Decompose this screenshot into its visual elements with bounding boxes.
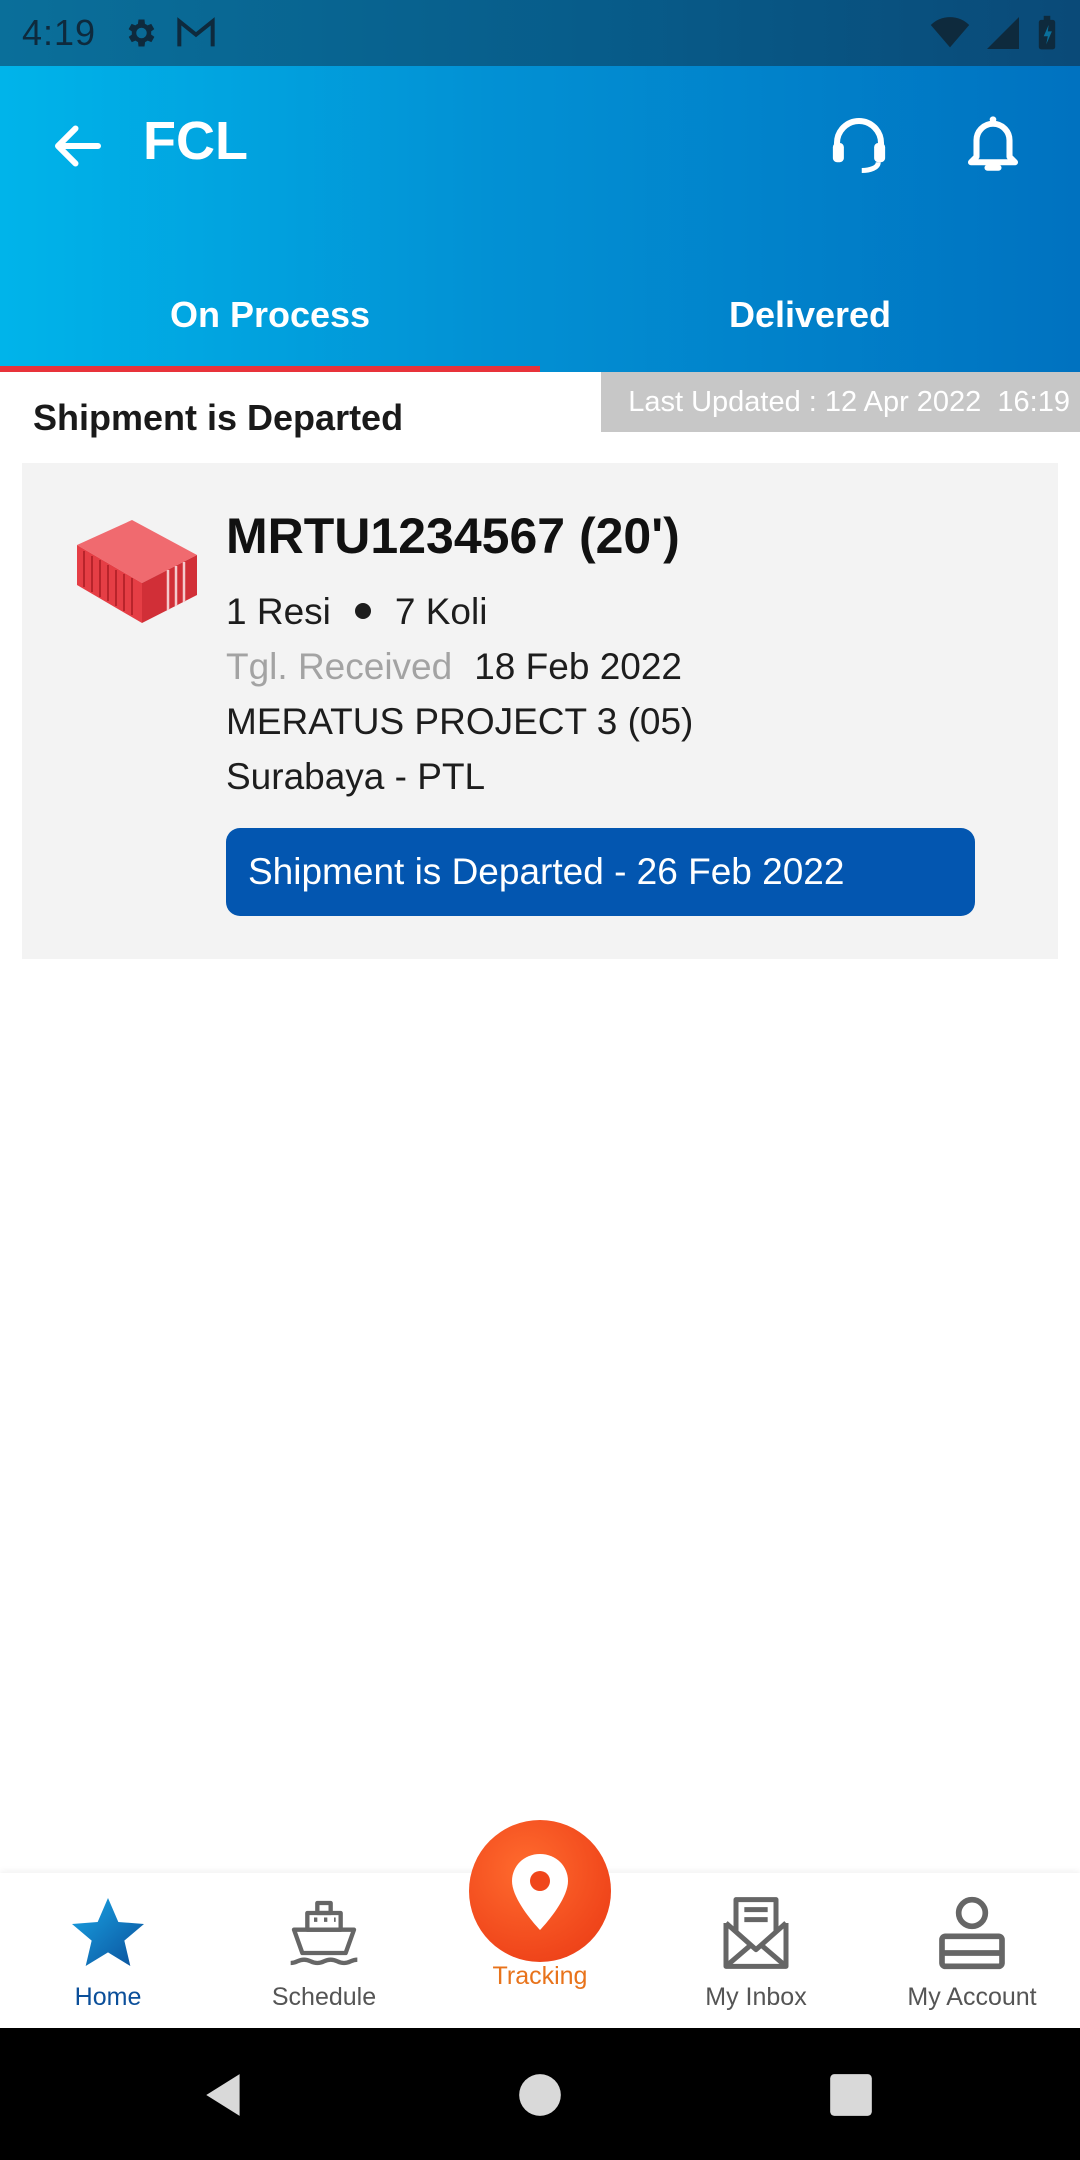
settings-icon [128, 19, 155, 47]
status-text: Shipment is Departed - 26 Feb 2022 [248, 851, 845, 892]
koli-count: 7 Koli [394, 591, 488, 632]
route: Surabaya - PTL [226, 756, 486, 797]
resi-count: 1 Resi [226, 591, 331, 632]
back-arrow-icon[interactable] [48, 116, 108, 176]
nav-account[interactable]: My Account [864, 1873, 1080, 2028]
ship-icon [290, 1900, 358, 1966]
received-date: 18 Feb 2022 [474, 646, 683, 687]
resi-koli-line: 1 Resi 7 Koli [226, 591, 487, 633]
gmail-icon [177, 17, 215, 47]
tab-label: On Process [169, 294, 371, 335]
page-title: FCL [143, 111, 248, 171]
container-icon [77, 520, 197, 623]
status-bar: 4:19 [0, 0, 1080, 66]
headset-icon[interactable] [826, 110, 892, 176]
status-time: 4:19 [22, 12, 97, 53]
location-pin-icon [512, 1854, 568, 1930]
tab-on-process[interactable]: On Process [0, 266, 540, 372]
nav-label: My Inbox [705, 1983, 807, 2011]
status-badge[interactable]: Shipment is Departed - 26 Feb 2022 [226, 828, 975, 916]
nav-schedule[interactable]: Schedule [216, 1873, 432, 2028]
nav-label-tracking: Tracking [492, 1962, 588, 1990]
nav-home[interactable]: Home [0, 1873, 216, 2028]
battery-icon [1038, 15, 1056, 50]
nav-label: Schedule [271, 1983, 377, 2011]
section-title: Shipment is Departed [33, 397, 404, 438]
nav-label: My Account [907, 1983, 1037, 2011]
received-label: Tgl. Received [226, 646, 453, 687]
back-triangle-icon[interactable] [200, 2070, 250, 2120]
wifi-icon [930, 17, 970, 48]
shipment-card[interactable]: MRTU1234567 (20') 1 Resi 7 Koli Tgl. Rece… [22, 463, 1058, 959]
account-icon [939, 1896, 1005, 1970]
received-line: Tgl. Received 18 Feb 2022 [226, 646, 682, 688]
inbox-icon [723, 1897, 789, 1969]
app-header: FCL On Process Delivered [0, 66, 1080, 372]
bell-icon[interactable] [960, 110, 1026, 176]
tab-delivered[interactable]: Delivered [540, 266, 1080, 372]
home-circle-icon[interactable] [515, 2070, 565, 2120]
tab-bar: On Process Delivered [0, 266, 1080, 372]
nav-tracking[interactable] [469, 1820, 611, 1962]
vessel-name: MERATUS PROJECT 3 (05) [226, 701, 694, 742]
star-icon [72, 1898, 144, 1966]
signal-icon [987, 17, 1019, 49]
separator-dot [354, 603, 371, 620]
recents-square-icon[interactable] [826, 2070, 876, 2120]
container-number: MRTU1234567 (20') [226, 508, 680, 564]
nav-inbox[interactable]: My Inbox [648, 1873, 864, 2028]
tab-label: Delivered [728, 294, 892, 335]
system-nav-bar [0, 2028, 1080, 2160]
nav-label: Home [74, 1983, 142, 2011]
last-updated-badge: Last Updated : 12 Apr 2022 16:19 [601, 372, 1080, 432]
